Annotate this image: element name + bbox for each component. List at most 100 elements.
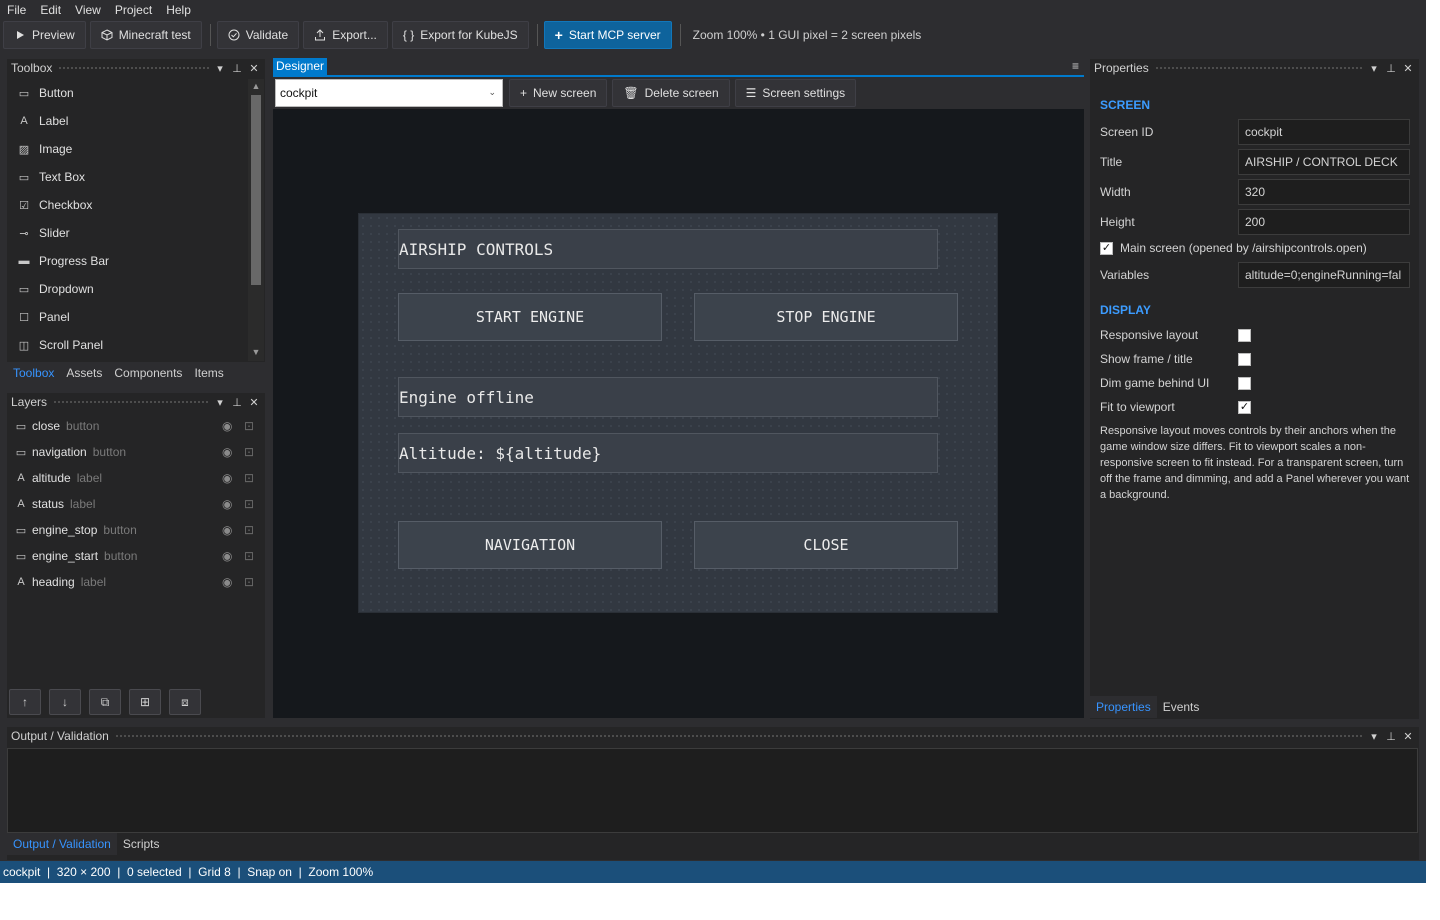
eye-icon[interactable]: ◉ <box>222 549 232 563</box>
layer-row[interactable]: Astatus label ◉ ⊡ <box>7 491 265 517</box>
close-icon[interactable]: ✕ <box>247 62 261 75</box>
pin-icon[interactable]: ⊥ <box>1384 62 1398 75</box>
move-down-button[interactable]: ↓ <box>49 689 81 715</box>
gui-altitude-label[interactable]: Altitude: ${altitude} <box>398 433 938 473</box>
screen-settings-button[interactable]: ☰ Screen settings <box>734 79 857 107</box>
tab-events[interactable]: Events <box>1157 696 1206 718</box>
width-field[interactable]: 320 <box>1238 179 1410 205</box>
menu-view[interactable]: View <box>75 3 101 17</box>
chevron-down-icon[interactable]: ▾ <box>213 62 227 75</box>
layer-row[interactable]: ▭ engine_start button ◉ ⊡ <box>7 543 265 569</box>
layer-row[interactable]: Aheading label ◉ ⊡ <box>7 569 265 595</box>
tool-dropdown[interactable]: ▭ Dropdown <box>7 275 247 303</box>
export-kubejs-button[interactable]: { } Export for KubeJS <box>391 21 529 49</box>
pin-icon[interactable]: ⊥ <box>1384 730 1398 743</box>
move-up-button[interactable]: ↑ <box>9 689 41 715</box>
tab-output-validation[interactable]: Output / Validation <box>7 833 117 855</box>
layer-row[interactable]: ▭ navigation button ◉ ⊡ <box>7 439 265 465</box>
validate-button[interactable]: Validate <box>216 21 300 49</box>
tab-properties[interactable]: Properties <box>1090 696 1157 718</box>
scrollbar-thumb[interactable] <box>251 95 261 285</box>
layer-row[interactable]: Aaltitude label ◉ ⊡ <box>7 465 265 491</box>
pin-icon[interactable]: ⊥ <box>230 62 244 75</box>
pin-icon[interactable]: ⊥ <box>230 396 244 409</box>
scroll-down-icon[interactable]: ▼ <box>248 347 264 357</box>
main-screen-checkbox[interactable]: ✓ <box>1100 241 1113 255</box>
eye-icon[interactable]: ◉ <box>222 497 232 511</box>
close-icon[interactable]: ✕ <box>247 396 261 409</box>
lock-icon[interactable]: ⊡ <box>244 419 254 433</box>
tab-items[interactable]: Items <box>188 362 229 384</box>
eye-icon[interactable]: ◉ <box>222 575 232 589</box>
screen-select[interactable]: cockpit ⌄ <box>275 79 503 107</box>
duplicate-button[interactable]: ⧉ <box>89 689 121 715</box>
tool-button[interactable]: ▭ Button <box>7 79 247 107</box>
chevron-down-icon[interactable]: ▾ <box>1367 730 1381 743</box>
export-button[interactable]: Export... <box>303 21 388 49</box>
close-icon[interactable]: ✕ <box>1401 730 1415 743</box>
tool-progressbar[interactable]: ▬ Progress Bar <box>7 247 247 275</box>
lock-icon[interactable]: ⊡ <box>244 445 254 459</box>
responsive-checkbox[interactable] <box>1238 328 1251 342</box>
show-frame-checkbox[interactable] <box>1238 352 1251 366</box>
gui-close-button[interactable]: CLOSE <box>694 521 958 569</box>
tab-assets[interactable]: Assets <box>60 362 108 384</box>
dim-checkbox[interactable] <box>1238 376 1251 390</box>
gui-navigation-button[interactable]: NAVIGATION <box>398 521 662 569</box>
lock-icon[interactable]: ⊡ <box>244 523 254 537</box>
menu-project[interactable]: Project <box>115 3 152 17</box>
scroll-up-icon[interactable]: ▲ <box>248 81 264 91</box>
ungroup-button[interactable]: ⧈ <box>169 689 201 715</box>
panel-grip[interactable] <box>58 65 210 71</box>
variables-field[interactable]: altitude=0;engineRunning=fal <box>1238 262 1410 288</box>
menu-edit[interactable]: Edit <box>40 3 61 17</box>
tool-scrollpanel[interactable]: ◫ Scroll Panel <box>7 331 247 359</box>
panel-grip[interactable] <box>1154 65 1364 71</box>
gui-screen[interactable]: AIRSHIP CONTROLS START ENGINE STOP ENGIN… <box>358 213 998 613</box>
lock-icon[interactable]: ⊡ <box>244 549 254 563</box>
layer-row[interactable]: ▭ close button ◉ ⊡ <box>7 413 265 439</box>
lock-icon[interactable]: ⊡ <box>244 497 254 511</box>
tab-scripts[interactable]: Scripts <box>117 833 166 855</box>
eye-icon[interactable]: ◉ <box>222 445 232 459</box>
eye-icon[interactable]: ◉ <box>222 419 232 433</box>
tab-toolbox[interactable]: Toolbox <box>7 362 61 384</box>
design-canvas[interactable]: AIRSHIP CONTROLS START ENGINE STOP ENGIN… <box>273 109 1084 718</box>
lock-icon[interactable]: ⊡ <box>244 471 254 485</box>
group-button[interactable]: ⊞ <box>129 689 161 715</box>
lock-icon[interactable]: ⊡ <box>244 575 254 589</box>
overflow-menu-icon[interactable]: ≡ <box>1072 59 1079 73</box>
tab-components[interactable]: Components <box>108 362 188 384</box>
fit-checkbox[interactable]: ✓ <box>1238 400 1251 414</box>
output-log[interactable] <box>7 748 1418 833</box>
new-screen-button[interactable]: + New screen <box>509 79 608 107</box>
chevron-down-icon[interactable]: ▾ <box>213 396 227 409</box>
gui-start-engine-button[interactable]: START ENGINE <box>398 293 662 341</box>
gui-status-label[interactable]: Engine offline <box>398 377 938 417</box>
gui-stop-engine-button[interactable]: STOP ENGINE <box>694 293 958 341</box>
tool-image[interactable]: ▨ Image <box>7 135 247 163</box>
tool-checkbox[interactable]: ☑ Checkbox <box>7 191 247 219</box>
height-field[interactable]: 200 <box>1238 209 1410 235</box>
tool-label[interactable]: A Label <box>7 107 247 135</box>
tool-panel[interactable]: ☐ Panel <box>7 303 247 331</box>
menu-help[interactable]: Help <box>166 3 191 17</box>
toolbox-scrollbar[interactable]: ▲ ▼ <box>248 79 264 361</box>
panel-grip[interactable] <box>114 733 1364 739</box>
start-mcp-server-button[interactable]: + Start MCP server <box>543 21 672 49</box>
tab-designer[interactable]: Designer <box>273 58 328 75</box>
title-field[interactable]: AIRSHIP / CONTROL DECK <box>1238 149 1410 175</box>
eye-icon[interactable]: ◉ <box>222 471 232 485</box>
delete-screen-button[interactable]: 🗑 Delete screen <box>612 79 730 107</box>
chevron-down-icon[interactable]: ▾ <box>1367 62 1381 75</box>
tool-textbox[interactable]: ▭ Text Box <box>7 163 247 191</box>
screen-id-field[interactable]: cockpit <box>1238 119 1410 145</box>
preview-button[interactable]: Preview <box>3 21 86 49</box>
panel-grip[interactable] <box>53 399 210 405</box>
layer-row[interactable]: ▭ engine_stop button ◉ ⊡ <box>7 517 265 543</box>
minecraft-test-button[interactable]: Minecraft test <box>89 21 202 49</box>
menu-file[interactable]: File <box>7 3 26 17</box>
gui-heading-label[interactable]: AIRSHIP CONTROLS <box>398 229 938 269</box>
eye-icon[interactable]: ◉ <box>222 523 232 537</box>
close-icon[interactable]: ✕ <box>1401 62 1415 75</box>
